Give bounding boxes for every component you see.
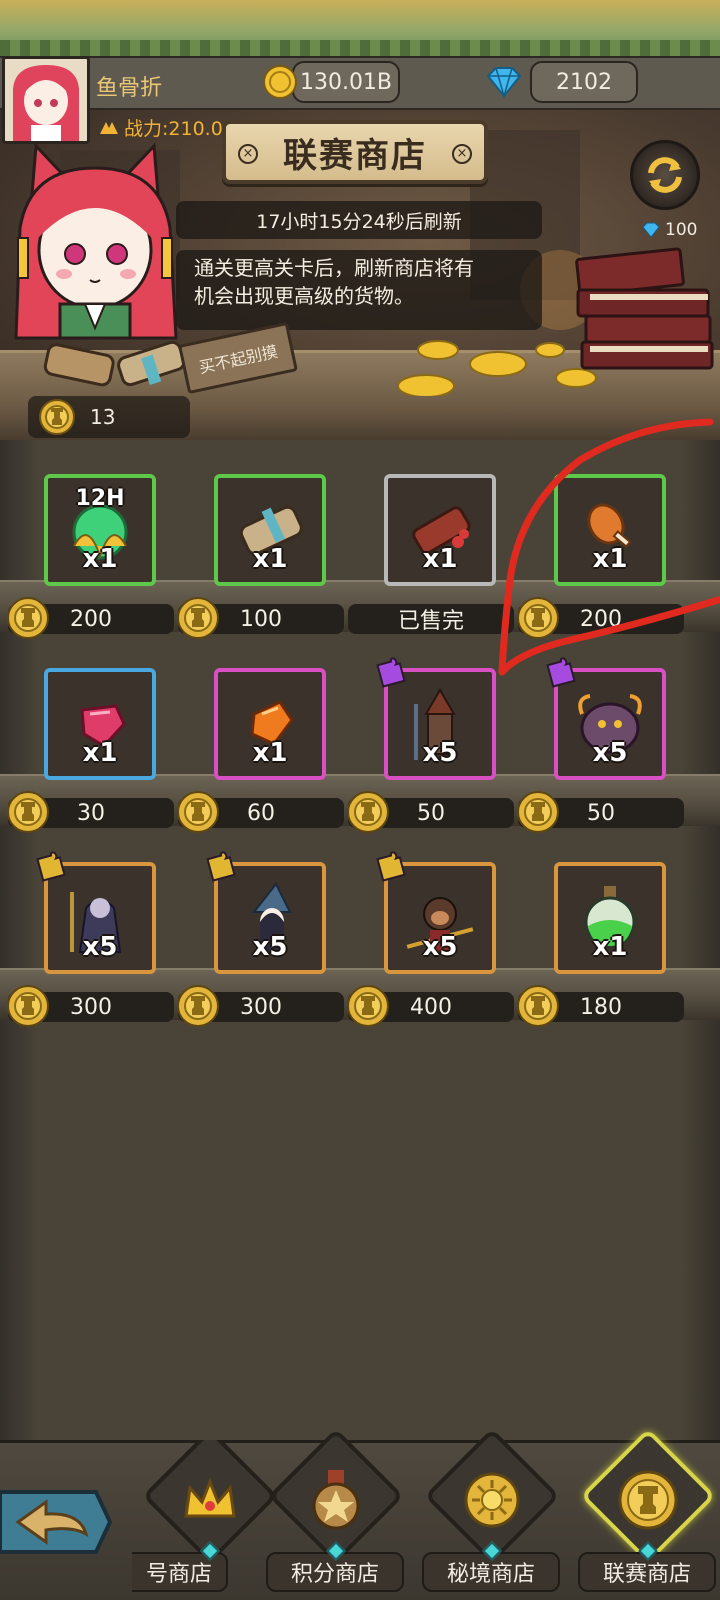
league-token-icon: [177, 985, 219, 1027]
crown-icon: [184, 1477, 236, 1518]
shop-item-2[interactable]: x1: [214, 474, 326, 586]
gold-coin-icon: [263, 65, 297, 99]
item-tag: 12H: [75, 486, 125, 511]
item-quantity: x1: [252, 544, 288, 574]
refresh-icon: [648, 157, 682, 193]
league-token-icon: [177, 791, 219, 833]
item-quantity: x5: [592, 738, 628, 768]
league-token-icon: [177, 597, 219, 639]
scrolls-decoration: [43, 340, 186, 387]
league-token-icon: [347, 791, 389, 833]
shop-item-5[interactable]: x1: [44, 668, 156, 780]
shop-item-1[interactable]: 12H x1: [44, 474, 156, 586]
red-annotation-circle: [498, 418, 720, 676]
refresh-cost-value: 100: [665, 220, 698, 240]
refresh-button[interactable]: [630, 140, 700, 210]
shop-info-line1: 通关更高关卡后，刷新商店将有: [194, 256, 474, 280]
item-quantity: x1: [252, 738, 288, 768]
star-medal-icon: [312, 1470, 360, 1530]
tab-4[interactable]: 联赛商店: [570, 1428, 720, 1600]
shop-item-6[interactable]: x1: [214, 668, 326, 780]
sun-coin-icon: [464, 1472, 520, 1528]
tab-label: 号商店: [132, 1552, 228, 1592]
bolt-icon: ×: [452, 144, 472, 164]
tab-3[interactable]: 秘境商店: [414, 1428, 564, 1600]
league-token-icon: [7, 597, 49, 639]
shop-screen: 鱼骨折 战力:210.06K 130.01B 2102 × 联赛商店 × 17小…: [0, 0, 720, 1600]
item-quantity: x5: [82, 932, 118, 962]
league-token-count: 13: [90, 405, 116, 429]
shop-info: 通关更高关卡后，刷新商店将有 机会出现更高级的货物。: [176, 250, 542, 330]
league-token-icon: [517, 791, 559, 833]
gold-currency[interactable]: 130.01B: [262, 60, 400, 104]
item-quantity: x1: [592, 932, 628, 962]
refresh-timer: 17小时15分24秒后刷新: [176, 201, 542, 239]
item-quantity: x1: [422, 544, 458, 574]
shop-title-banner: × 联赛商店 ×: [222, 120, 488, 184]
shopkeeper-character: [14, 142, 178, 340]
bolt-icon: ×: [238, 144, 258, 164]
league-token-balance: 13: [28, 396, 190, 438]
back-button[interactable]: [0, 1488, 113, 1556]
player-avatar[interactable]: [2, 56, 90, 144]
item-quantity: x1: [82, 738, 118, 768]
gold-amount: 130.01B: [292, 61, 400, 103]
league-token-icon: [347, 985, 389, 1027]
diamond-icon: [642, 222, 660, 238]
refresh-cost: 100: [641, 220, 697, 240]
league-token-icon: [39, 399, 75, 435]
tab-2[interactable]: 积分商店: [258, 1428, 408, 1600]
top-scenery: [0, 0, 720, 56]
power-icon: [100, 121, 118, 134]
diamond-currency[interactable]: 2102: [484, 60, 638, 104]
league-token-icon: [7, 791, 49, 833]
shop-item-12[interactable]: x1: [554, 862, 666, 974]
item-quantity: x5: [422, 738, 458, 768]
rook-coin-icon: [618, 1470, 678, 1530]
item-quantity: x5: [422, 932, 458, 962]
player-name: 鱼骨折: [96, 76, 163, 101]
league-token-icon: [7, 985, 49, 1027]
shop-item-3[interactable]: x1: [384, 474, 496, 586]
item-quantity: x5: [252, 932, 288, 962]
item-quantity: x1: [82, 544, 118, 574]
shop-info-line2: 机会出现更高级的货物。: [194, 284, 414, 308]
shop-title: 联赛商店: [283, 135, 427, 176]
diamond-icon: [486, 67, 522, 99]
league-token-icon: [517, 985, 559, 1027]
diamond-amount: 2102: [530, 61, 638, 103]
